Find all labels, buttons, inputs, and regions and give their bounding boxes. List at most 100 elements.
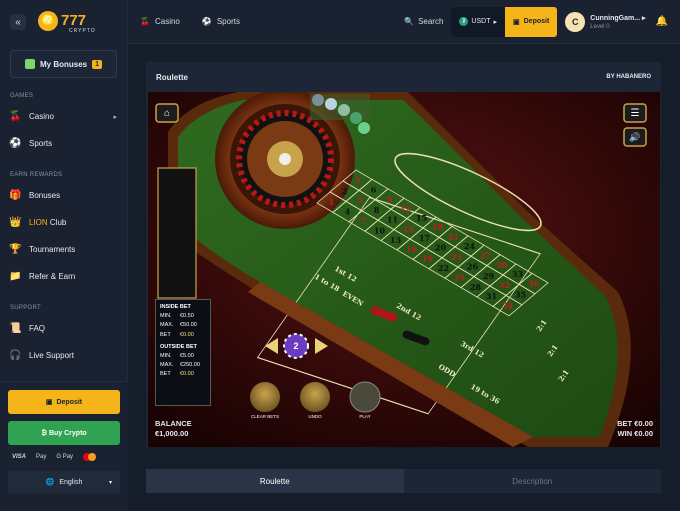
sidebar-item-faq[interactable]: 📜 FAQ xyxy=(0,315,127,342)
app: « ♌ 777 CRYPTO My Bonuses 1 GAMES 🍒 Casi… xyxy=(0,0,680,511)
number-label: 32 xyxy=(499,280,510,290)
sidebar-item-label: Casino xyxy=(29,112,54,121)
play-button xyxy=(349,381,381,413)
number-label: 16 xyxy=(406,244,418,254)
home-icon[interactable]: ⌂ xyxy=(156,104,178,122)
number-label: 7 xyxy=(361,216,367,226)
number-label: 17 xyxy=(419,233,430,243)
sidebar-item-label: Tournaments xyxy=(29,245,76,254)
sidebar-item-refer-earn[interactable]: 📁 Refer & Earn xyxy=(0,263,127,290)
cherries-icon: 🍒 xyxy=(9,111,22,122)
my-bonuses-button[interactable]: My Bonuses 1 xyxy=(10,50,117,78)
bell-icon[interactable]: 🔔 xyxy=(656,16,668,27)
number-label: 13 xyxy=(390,235,402,245)
header-right: 🔍 Search ₮ USDT ▸ ▣ Deposit C CunningGam… xyxy=(404,0,680,44)
bet-win-display: BET €0.00 WIN €0.00 xyxy=(617,419,653,439)
bet-limits-panel: INSIDE BET MIN. €0.50 MAX. €50.00 BET €0.00… xyxy=(155,299,211,406)
sidebar-item-live-support[interactable]: 🎧 Live Support xyxy=(0,342,127,369)
number-label: 27 xyxy=(480,250,491,260)
undo-label[interactable]: UNDO xyxy=(295,414,335,419)
top-header: 🍒 Casino ⚽ Sports 🔍 Search ₮ USDT ▸ ▣ Depo… xyxy=(128,0,680,44)
balance-value: €1,000.00 xyxy=(155,429,189,438)
apple-pay-logo: Pay xyxy=(36,454,47,460)
sidebar-deposit-button[interactable]: ▣ Deposit xyxy=(8,390,120,414)
number-label: 25 xyxy=(454,272,465,282)
sidebar-item-bonuses[interactable]: 🎁 Bonuses xyxy=(0,182,127,209)
number-label: 36 xyxy=(528,279,540,289)
number-label: 22 xyxy=(438,263,449,273)
number-label: 20 xyxy=(435,243,447,253)
wallet-icon: ▣ xyxy=(45,399,53,406)
nav-sports[interactable]: ⚽ Sports xyxy=(202,17,240,26)
games-section-header: GAMES xyxy=(10,93,34,99)
sidebar-top: « ♌ 777 CRYPTO xyxy=(0,0,127,44)
play-label[interactable]: PLAY xyxy=(345,414,385,419)
chevron-right-icon: ▸ xyxy=(493,18,497,26)
number-label: 23 xyxy=(451,252,463,262)
header-deposit-button[interactable]: ▣ Deposit xyxy=(505,6,558,37)
avatar: C xyxy=(565,11,586,32)
number-label: 3 xyxy=(355,175,361,185)
sidebar-item-label: Refer & Earn xyxy=(29,272,76,281)
chip-value[interactable]: 2 xyxy=(288,338,304,354)
payment-methods: VISA Pay G Pay xyxy=(8,453,120,461)
outside-bet-row: BET €0.00 xyxy=(160,371,194,378)
sidebar-item-lion-club[interactable]: 👑 LION Club xyxy=(0,209,127,236)
game-canvas[interactable]: 1 2 3 4 5 6 7 8 9 10 11 12 13 14 15 16 17 18 19 20 21 22 23 24 2… xyxy=(148,92,660,447)
sidebar-bottom: ▣ Deposit ₿ Buy Crypto VISA Pay G Pay 🌐 … xyxy=(0,381,128,511)
number-label: 15 xyxy=(416,213,427,223)
user-level: Level 0 xyxy=(590,23,610,30)
crown-icon: 👑 xyxy=(9,217,22,228)
headset-icon: 🎧 xyxy=(9,350,22,361)
tab-description[interactable]: Description xyxy=(403,469,661,493)
outside-max-row: MAX. €250.00 xyxy=(160,362,200,369)
number-label: 30 xyxy=(496,260,508,270)
buy-crypto-button[interactable]: ₿ Buy Crypto xyxy=(8,421,120,445)
logo[interactable]: ♌ 777 CRYPTO xyxy=(38,10,96,34)
google-pay-logo: G Pay xyxy=(56,454,74,460)
number-label: 29 xyxy=(483,271,495,281)
number-label: 9 xyxy=(387,194,393,204)
mastercard-logo xyxy=(83,453,97,461)
visa-logo: VISA xyxy=(12,454,27,460)
number-label: 35 xyxy=(515,290,526,300)
clear-bets-button xyxy=(250,382,280,412)
gift-icon xyxy=(24,59,35,69)
outside-bet-header: OUTSIDE BET xyxy=(160,343,197,350)
logo-text: 777 xyxy=(61,12,87,29)
tether-icon: ₮ xyxy=(459,17,469,26)
sidebar-item-tournaments[interactable]: 🏆 Tournaments xyxy=(0,236,127,263)
username: CunningGam... ▸ xyxy=(590,14,646,22)
roulette-table-scene: 1234567891011121314151617181920212223242… xyxy=(148,92,660,447)
number-label: 12 xyxy=(400,203,411,213)
sound-icon[interactable]: 🔊 xyxy=(624,128,646,146)
bet-total: BET €0.00 xyxy=(617,419,653,428)
sidebar-item-label: LION Club xyxy=(29,218,67,227)
number-label: 5 xyxy=(358,196,364,206)
user-menu[interactable]: C CunningGam... ▸ Level 0 xyxy=(565,11,646,32)
gift-icon: 🎁 xyxy=(9,190,22,201)
number-label: 14 xyxy=(403,224,415,234)
inside-bet-header: INSIDE BET xyxy=(160,304,191,310)
support-section-header: SUPPORT xyxy=(10,305,41,311)
nav-casino[interactable]: 🍒 Casino xyxy=(140,17,180,26)
deposit-label: Deposit xyxy=(56,398,83,406)
currency-selector[interactable]: ₮ USDT ▸ xyxy=(451,6,505,37)
language-selector[interactable]: 🌐 English ▾ xyxy=(8,471,120,493)
sidebar-item-sports[interactable]: ⚽ Sports xyxy=(0,130,127,157)
number-label: 21 xyxy=(448,232,459,242)
number-label: 24 xyxy=(464,241,476,251)
tab-roulette[interactable]: Roulette xyxy=(146,469,404,493)
search-button[interactable]: 🔍 Search xyxy=(404,17,443,26)
search-icon: 🔍 xyxy=(404,17,415,26)
menu-icon[interactable]: ☰ xyxy=(624,104,646,122)
inside-max-row: MAX. €50.00 xyxy=(160,322,197,329)
game-provider: BY HABANERO xyxy=(606,74,651,80)
faq-icon: 📜 xyxy=(9,323,22,334)
collapse-sidebar-icon[interactable]: « xyxy=(10,14,26,30)
number-label: 2 xyxy=(342,186,348,196)
clear-bets-label[interactable]: CLEAR BETS xyxy=(245,414,285,419)
inside-min-row: MIN. €0.50 xyxy=(160,313,194,320)
sidebar-item-casino[interactable]: 🍒 Casino ▸ xyxy=(0,103,127,130)
game-panel: Roulette BY HABANERO 1 2 3 4 5 6 7 8 9 1… xyxy=(146,62,661,447)
